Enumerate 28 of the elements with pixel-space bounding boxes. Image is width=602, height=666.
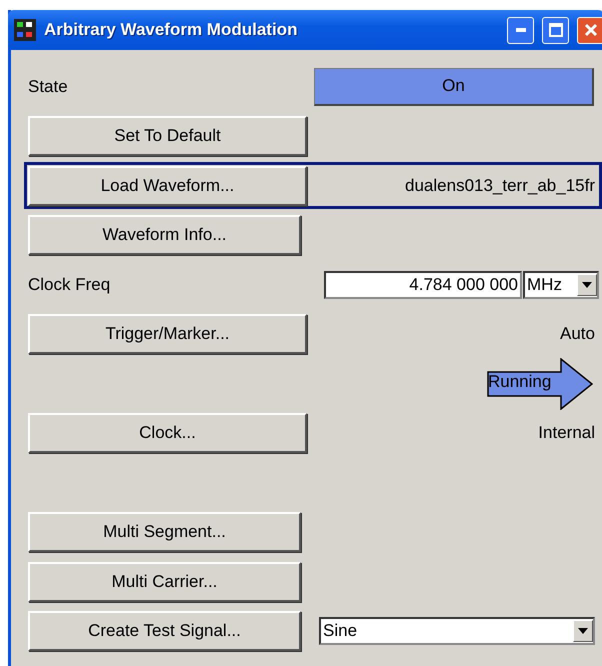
action-button[interactable]: Multi Segment... [28,512,301,552]
action-button[interactable]: Waveform Info... [28,215,301,256]
action-button[interactable]: Create Test Signal... [28,611,301,652]
action-button[interactable]: Clock... [28,413,307,454]
action-button[interactable]: Load Waveform... [28,166,307,206]
minimize-button[interactable] [507,16,534,44]
action-button[interactable]: Trigger/Marker... [28,314,307,354]
action-button[interactable]: Multi Carrier... [28,562,301,602]
frequency-field[interactable]: 4.784 000 000 [324,270,522,299]
state-toggle[interactable]: On [314,68,594,106]
caret-icon [578,628,588,634]
action-button[interactable]: Set To Default [28,116,307,156]
value-text: Internal [537,423,595,444]
app-icon [14,19,36,41]
value-text: Auto [559,324,595,344]
window-title: Arbitrary Waveform Modulation [44,20,298,40]
field-label: Clock Freq [28,274,112,295]
signal-dropdown[interactable]: Sine [319,617,595,646]
caret-icon [582,282,592,288]
status-text: Running [488,372,552,392]
value-text: dualens013_terr_ab_15fr [404,176,595,196]
field-label: State [28,76,69,97]
unit-dropdown[interactable]: MHz [523,270,599,299]
maximize-button[interactable] [542,16,569,44]
maximize-icon [548,23,562,37]
close-icon [584,23,598,37]
minimize-icon [516,28,526,32]
close-button[interactable] [577,16,602,44]
